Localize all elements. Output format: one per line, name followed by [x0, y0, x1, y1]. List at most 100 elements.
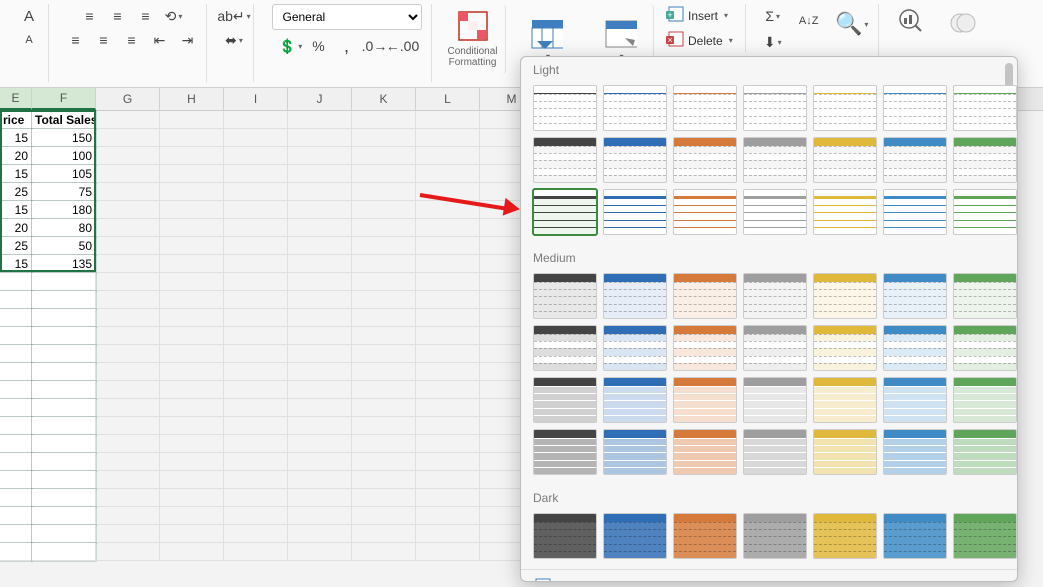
table-style-swatch[interactable] [813, 189, 877, 235]
cell[interactable] [96, 327, 160, 345]
sort-filter-button[interactable]: A↓Z [792, 4, 826, 38]
cell[interactable] [32, 273, 96, 291]
cell[interactable] [288, 381, 352, 399]
cell[interactable] [224, 201, 288, 219]
increase-indent-button[interactable]: ⇥ [175, 28, 201, 52]
align-middle-button[interactable]: ≡ [105, 4, 131, 28]
cell[interactable] [288, 543, 352, 561]
table-style-swatch[interactable] [673, 85, 737, 131]
cell[interactable] [224, 507, 288, 525]
cell[interactable] [96, 507, 160, 525]
cell[interactable]: 15 [0, 165, 32, 183]
table-style-swatch[interactable] [673, 513, 737, 559]
cell[interactable] [32, 327, 96, 345]
cell[interactable] [352, 381, 416, 399]
cell[interactable] [224, 489, 288, 507]
cell[interactable] [416, 291, 480, 309]
cell[interactable] [0, 417, 32, 435]
table-style-swatch[interactable] [533, 137, 597, 183]
cell[interactable] [352, 147, 416, 165]
cell[interactable] [352, 183, 416, 201]
table-style-swatch[interactable] [533, 325, 597, 371]
cell[interactable] [32, 291, 96, 309]
cell[interactable] [160, 129, 224, 147]
cell[interactable] [32, 345, 96, 363]
cell[interactable] [352, 525, 416, 543]
cell[interactable] [416, 327, 480, 345]
cell[interactable]: 100 [32, 147, 96, 165]
cell[interactable] [0, 327, 32, 345]
table-style-swatch[interactable] [743, 325, 807, 371]
cell[interactable] [224, 453, 288, 471]
cell[interactable] [352, 237, 416, 255]
decrease-font-button[interactable]: A [16, 28, 42, 52]
table-style-swatch[interactable] [953, 513, 1017, 559]
cell[interactable] [288, 147, 352, 165]
cell[interactable] [352, 309, 416, 327]
align-right-button[interactable]: ≡ [119, 28, 145, 52]
cell[interactable] [32, 453, 96, 471]
cell[interactable] [224, 183, 288, 201]
cell[interactable] [96, 273, 160, 291]
cell[interactable] [96, 219, 160, 237]
new-table-style-button[interactable]: + New Table Style... [521, 569, 1017, 582]
table-style-swatch[interactable] [953, 429, 1017, 475]
cell[interactable] [160, 273, 224, 291]
cell[interactable] [352, 453, 416, 471]
table-style-swatch[interactable] [743, 377, 807, 423]
cell[interactable] [160, 309, 224, 327]
cell[interactable] [0, 525, 32, 543]
cell[interactable] [160, 489, 224, 507]
table-style-swatch[interactable] [953, 325, 1017, 371]
cell[interactable] [96, 309, 160, 327]
cell[interactable] [0, 291, 32, 309]
column-header-G[interactable]: G [96, 88, 160, 110]
cell[interactable] [288, 327, 352, 345]
cell[interactable] [352, 327, 416, 345]
cell[interactable] [0, 309, 32, 327]
cell[interactable] [288, 345, 352, 363]
cell[interactable] [224, 327, 288, 345]
analyze-data-button[interactable] [893, 4, 929, 38]
cell[interactable] [416, 417, 480, 435]
cell[interactable] [96, 489, 160, 507]
cell[interactable] [288, 525, 352, 543]
cell[interactable] [352, 273, 416, 291]
cell[interactable] [288, 309, 352, 327]
cell[interactable] [160, 417, 224, 435]
wrap-text-button[interactable]: ab↵▾ [221, 4, 247, 28]
table-style-swatch[interactable] [603, 85, 667, 131]
column-header-H[interactable]: H [160, 88, 224, 110]
cell[interactable] [32, 435, 96, 453]
cell[interactable] [32, 507, 96, 525]
cell[interactable] [416, 219, 480, 237]
cell[interactable] [288, 201, 352, 219]
cell[interactable] [352, 345, 416, 363]
cell[interactable] [160, 327, 224, 345]
cell[interactable] [96, 237, 160, 255]
cell[interactable] [160, 255, 224, 273]
cell[interactable] [96, 399, 160, 417]
table-style-swatch[interactable] [743, 137, 807, 183]
align-bottom-button[interactable]: ≡ [133, 4, 159, 28]
cell[interactable] [288, 165, 352, 183]
table-style-swatch[interactable] [813, 137, 877, 183]
cell[interactable] [224, 417, 288, 435]
cell[interactable] [288, 435, 352, 453]
cell[interactable] [416, 435, 480, 453]
table-style-swatch[interactable] [603, 189, 667, 235]
table-style-swatch[interactable] [743, 273, 807, 319]
cell[interactable]: 20 [0, 147, 32, 165]
cell[interactable] [160, 237, 224, 255]
cell[interactable] [96, 525, 160, 543]
cell[interactable] [96, 255, 160, 273]
cell[interactable]: Total Sales [32, 111, 96, 129]
cell[interactable]: 150 [32, 129, 96, 147]
table-style-swatch[interactable] [533, 513, 597, 559]
cell[interactable] [224, 255, 288, 273]
cell[interactable] [160, 183, 224, 201]
cell[interactable] [32, 309, 96, 327]
cell[interactable] [416, 489, 480, 507]
table-style-swatch[interactable] [883, 377, 947, 423]
cell[interactable] [160, 399, 224, 417]
